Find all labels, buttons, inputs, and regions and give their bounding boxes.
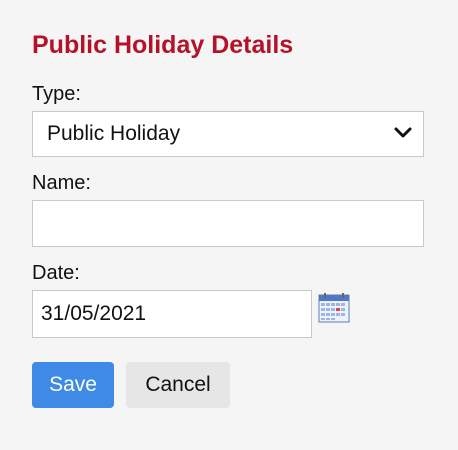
cancel-button[interactable]: Cancel [126,362,230,408]
form-title: Public Holiday Details [32,31,294,59]
chevron-down-icon[interactable] [393,123,413,143]
save-button[interactable]: Save [32,362,114,408]
date-input[interactable] [32,290,312,338]
type-select[interactable]: Public Holiday [32,111,424,157]
name-label: Name: [32,172,91,194]
type-select-value: Public Holiday [47,122,181,145]
calendar-icon[interactable] [318,293,350,323]
type-label: Type: [32,83,81,105]
date-label: Date: [32,262,80,284]
name-input[interactable] [32,200,424,247]
